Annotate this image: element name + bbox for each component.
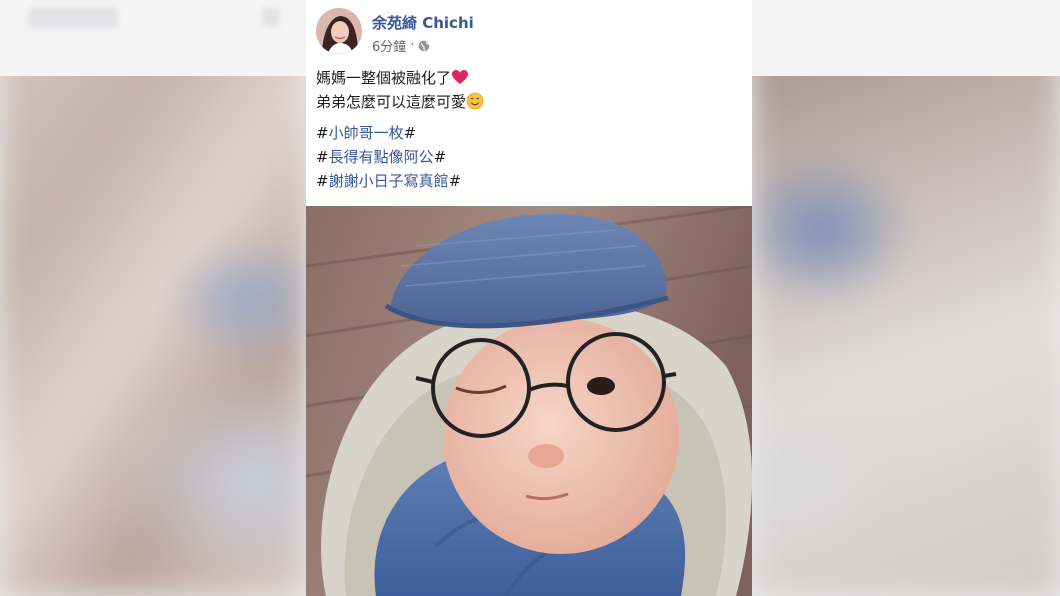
blurred-background-right — [752, 0, 1060, 596]
hashtag-1[interactable]: #小帥哥一枚# — [316, 121, 461, 145]
author-avatar[interactable] — [316, 8, 362, 54]
post-timestamp[interactable]: 6分鐘 — [372, 36, 406, 55]
hashtag-list: #小帥哥一枚# #長得有點像阿公# #謝謝小日子寫真館# — [316, 121, 461, 193]
message-line-2: 弟弟怎麼可以這麼可愛 — [316, 90, 736, 114]
post-header: 余苑綺 Chichi 6分鐘 · — [316, 8, 736, 56]
blurred-background-left — [0, 0, 306, 596]
hashtag-2[interactable]: #長得有點像阿公# — [316, 145, 461, 169]
meta-separator: · — [410, 38, 415, 53]
red-heart-icon — [452, 70, 469, 84]
smiling-face-icon — [466, 92, 484, 110]
post-photo[interactable] — [306, 206, 752, 596]
post-message: 媽媽一整個被融化了 弟弟怎麼可以這麼可愛 — [316, 66, 736, 114]
author-name[interactable]: 余苑綺 Chichi — [372, 12, 474, 33]
message-line-1: 媽媽一整個被融化了 — [316, 66, 736, 90]
hashtag-3[interactable]: #謝謝小日子寫真館# — [316, 169, 461, 193]
globe-icon[interactable] — [418, 40, 430, 52]
facebook-post: 余苑綺 Chichi 6分鐘 · 媽媽一整個被融化了 弟弟怎麼可以這麼可愛 #小… — [306, 0, 752, 596]
post-meta: 6分鐘 · — [372, 36, 430, 55]
